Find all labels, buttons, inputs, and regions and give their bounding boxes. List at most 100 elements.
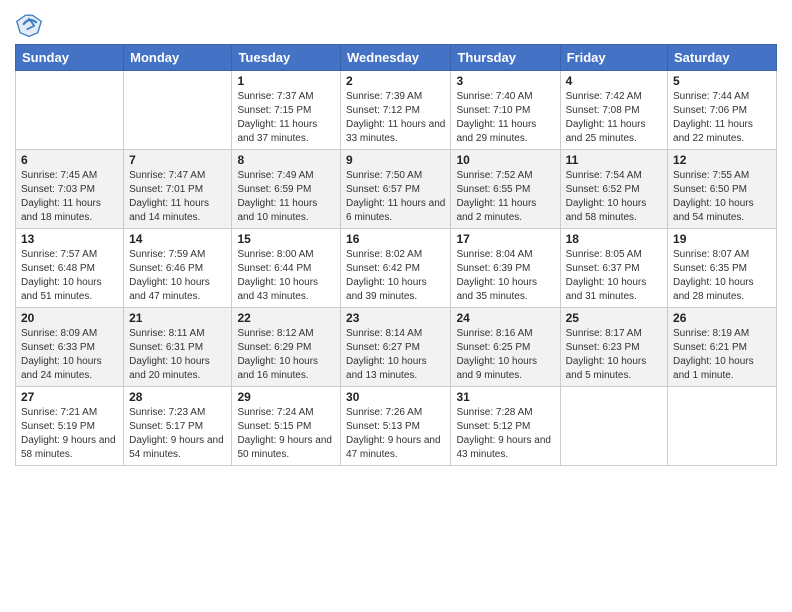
- day-detail: Sunrise: 8:11 AM Sunset: 6:31 PM Dayligh…: [129, 327, 226, 383]
- calendar-cell: 14 Sunrise: 7:59 AM Sunset: 6:46 PM Dayli…: [124, 229, 232, 308]
- calendar-week-row: 20 Sunrise: 8:09 AM Sunset: 6:33 PM Dayli…: [16, 308, 777, 387]
- day-number: 26: [673, 311, 771, 325]
- weekday-header: Friday: [560, 45, 667, 71]
- calendar-cell: 16Sunrise: 8:02 AM Sunset: 6:42 PM Dayli…: [341, 229, 451, 308]
- calendar-cell: 19 Sunrise: 8:07 AM Sunset: 6:35 PM Dayli…: [668, 229, 777, 308]
- calendar-cell: 30 Sunrise: 7:26 AM Sunset: 5:13 PM Dayli…: [341, 387, 451, 466]
- day-number: 18: [566, 232, 662, 246]
- day-detail: Sunrise: 8:05 AM Sunset: 6:37 PM Dayligh…: [566, 248, 662, 304]
- calendar-cell: 1Sunrise: 7:37 AM Sunset: 7:15 PM Daylig…: [232, 71, 341, 150]
- day-detail: Sunrise: 7:40 AM Sunset: 7:10 PM Dayligh…: [456, 90, 554, 146]
- calendar-cell: [560, 387, 667, 466]
- calendar-cell: 28 Sunrise: 7:23 AM Sunset: 5:17 PM Dayli…: [124, 387, 232, 466]
- day-number: 9: [346, 153, 445, 167]
- calendar-cell: 18 Sunrise: 8:05 AM Sunset: 6:37 PM Dayli…: [560, 229, 667, 308]
- calendar-cell: 27 Sunrise: 7:21 AM Sunset: 5:19 PM Dayli…: [16, 387, 124, 466]
- day-number: 22: [237, 311, 335, 325]
- day-detail: Sunrise: 7:21 AM Sunset: 5:19 PM Dayligh…: [21, 406, 118, 462]
- day-detail: Sunrise: 8:19 AM Sunset: 6:21 PM Dayligh…: [673, 327, 771, 383]
- day-detail: Sunrise: 7:57 AM Sunset: 6:48 PM Dayligh…: [21, 248, 118, 304]
- day-number: 24: [456, 311, 554, 325]
- day-detail: Sunrise: 7:44 AM Sunset: 7:06 PM Dayligh…: [673, 90, 771, 146]
- calendar-cell: [16, 71, 124, 150]
- calendar-cell: 2Sunrise: 7:39 AM Sunset: 7:12 PM Daylig…: [341, 71, 451, 150]
- day-detail: Sunrise: 7:45 AM Sunset: 7:03 PM Dayligh…: [21, 169, 118, 225]
- day-detail: Sunrise: 8:00 AM Sunset: 6:44 PM Dayligh…: [237, 248, 335, 304]
- day-number: 14: [129, 232, 226, 246]
- day-number: 17: [456, 232, 554, 246]
- calendar-cell: 25 Sunrise: 8:17 AM Sunset: 6:23 PM Dayli…: [560, 308, 667, 387]
- calendar-header-row: SundayMondayTuesdayWednesdayThursdayFrid…: [16, 45, 777, 71]
- day-number: 28: [129, 390, 226, 404]
- calendar-cell: [124, 71, 232, 150]
- day-number: 25: [566, 311, 662, 325]
- weekday-header: Thursday: [451, 45, 560, 71]
- calendar-cell: 20 Sunrise: 8:09 AM Sunset: 6:33 PM Dayli…: [16, 308, 124, 387]
- day-number: 21: [129, 311, 226, 325]
- calendar-cell: 22 Sunrise: 8:12 AM Sunset: 6:29 PM Dayli…: [232, 308, 341, 387]
- day-number: 6: [21, 153, 118, 167]
- calendar-cell: 21 Sunrise: 8:11 AM Sunset: 6:31 PM Dayli…: [124, 308, 232, 387]
- day-detail: Sunrise: 7:59 AM Sunset: 6:46 PM Dayligh…: [129, 248, 226, 304]
- day-number: 19: [673, 232, 771, 246]
- day-number: 30: [346, 390, 445, 404]
- calendar-table: SundayMondayTuesdayWednesdayThursdayFrid…: [15, 44, 777, 466]
- day-number: 7: [129, 153, 226, 167]
- calendar-cell: 11 Sunrise: 7:54 AM Sunset: 6:52 PM Dayli…: [560, 150, 667, 229]
- calendar-cell: 31Sunrise: 7:28 AM Sunset: 5:12 PM Dayli…: [451, 387, 560, 466]
- calendar-cell: 26 Sunrise: 8:19 AM Sunset: 6:21 PM Dayli…: [668, 308, 777, 387]
- header: [15, 10, 777, 38]
- day-detail: Sunrise: 8:04 AM Sunset: 6:39 PM Dayligh…: [456, 248, 554, 304]
- day-detail: Sunrise: 8:16 AM Sunset: 6:25 PM Dayligh…: [456, 327, 554, 383]
- day-detail: Sunrise: 7:42 AM Sunset: 7:08 PM Dayligh…: [566, 90, 662, 146]
- calendar-week-row: 1Sunrise: 7:37 AM Sunset: 7:15 PM Daylig…: [16, 71, 777, 150]
- day-detail: Sunrise: 7:37 AM Sunset: 7:15 PM Dayligh…: [237, 90, 335, 146]
- weekday-header: Sunday: [16, 45, 124, 71]
- day-detail: Sunrise: 7:55 AM Sunset: 6:50 PM Dayligh…: [673, 169, 771, 225]
- calendar-cell: [668, 387, 777, 466]
- page: SundayMondayTuesdayWednesdayThursdayFrid…: [0, 0, 792, 612]
- logo-icon: [15, 10, 43, 38]
- day-detail: Sunrise: 7:50 AM Sunset: 6:57 PM Dayligh…: [346, 169, 445, 225]
- day-number: 5: [673, 74, 771, 88]
- day-detail: Sunrise: 7:47 AM Sunset: 7:01 PM Dayligh…: [129, 169, 226, 225]
- day-number: 11: [566, 153, 662, 167]
- day-number: 8: [237, 153, 335, 167]
- day-number: 27: [21, 390, 118, 404]
- calendar-cell: 23 Sunrise: 8:14 AM Sunset: 6:27 PM Dayli…: [341, 308, 451, 387]
- calendar-cell: 15 Sunrise: 8:00 AM Sunset: 6:44 PM Dayli…: [232, 229, 341, 308]
- calendar-cell: 12Sunrise: 7:55 AM Sunset: 6:50 PM Dayli…: [668, 150, 777, 229]
- calendar-cell: 5 Sunrise: 7:44 AM Sunset: 7:06 PM Daylig…: [668, 71, 777, 150]
- day-number: 16: [346, 232, 445, 246]
- day-number: 23: [346, 311, 445, 325]
- calendar-cell: 8 Sunrise: 7:49 AM Sunset: 6:59 PM Daylig…: [232, 150, 341, 229]
- day-detail: Sunrise: 7:24 AM Sunset: 5:15 PM Dayligh…: [237, 406, 335, 462]
- calendar-cell: 10Sunrise: 7:52 AM Sunset: 6:55 PM Dayli…: [451, 150, 560, 229]
- day-detail: Sunrise: 8:07 AM Sunset: 6:35 PM Dayligh…: [673, 248, 771, 304]
- day-number: 20: [21, 311, 118, 325]
- calendar-cell: 7 Sunrise: 7:47 AM Sunset: 7:01 PM Daylig…: [124, 150, 232, 229]
- weekday-header: Tuesday: [232, 45, 341, 71]
- day-detail: Sunrise: 8:17 AM Sunset: 6:23 PM Dayligh…: [566, 327, 662, 383]
- day-number: 10: [456, 153, 554, 167]
- weekday-header: Monday: [124, 45, 232, 71]
- calendar-cell: 17 Sunrise: 8:04 AM Sunset: 6:39 PM Dayli…: [451, 229, 560, 308]
- calendar-week-row: 6 Sunrise: 7:45 AM Sunset: 7:03 PM Daylig…: [16, 150, 777, 229]
- calendar-cell: 24 Sunrise: 8:16 AM Sunset: 6:25 PM Dayli…: [451, 308, 560, 387]
- day-number: 3: [456, 74, 554, 88]
- day-number: 15: [237, 232, 335, 246]
- weekday-header: Saturday: [668, 45, 777, 71]
- day-detail: Sunrise: 8:12 AM Sunset: 6:29 PM Dayligh…: [237, 327, 335, 383]
- day-number: 29: [237, 390, 335, 404]
- calendar-cell: 4 Sunrise: 7:42 AM Sunset: 7:08 PM Daylig…: [560, 71, 667, 150]
- day-detail: Sunrise: 7:49 AM Sunset: 6:59 PM Dayligh…: [237, 169, 335, 225]
- day-detail: Sunrise: 7:23 AM Sunset: 5:17 PM Dayligh…: [129, 406, 226, 462]
- day-detail: Sunrise: 8:09 AM Sunset: 6:33 PM Dayligh…: [21, 327, 118, 383]
- day-number: 4: [566, 74, 662, 88]
- day-detail: Sunrise: 8:14 AM Sunset: 6:27 PM Dayligh…: [346, 327, 445, 383]
- calendar-cell: 29 Sunrise: 7:24 AM Sunset: 5:15 PM Dayli…: [232, 387, 341, 466]
- logo: [15, 10, 46, 38]
- calendar-week-row: 27 Sunrise: 7:21 AM Sunset: 5:19 PM Dayli…: [16, 387, 777, 466]
- day-detail: Sunrise: 7:26 AM Sunset: 5:13 PM Dayligh…: [346, 406, 445, 462]
- day-detail: Sunrise: 7:54 AM Sunset: 6:52 PM Dayligh…: [566, 169, 662, 225]
